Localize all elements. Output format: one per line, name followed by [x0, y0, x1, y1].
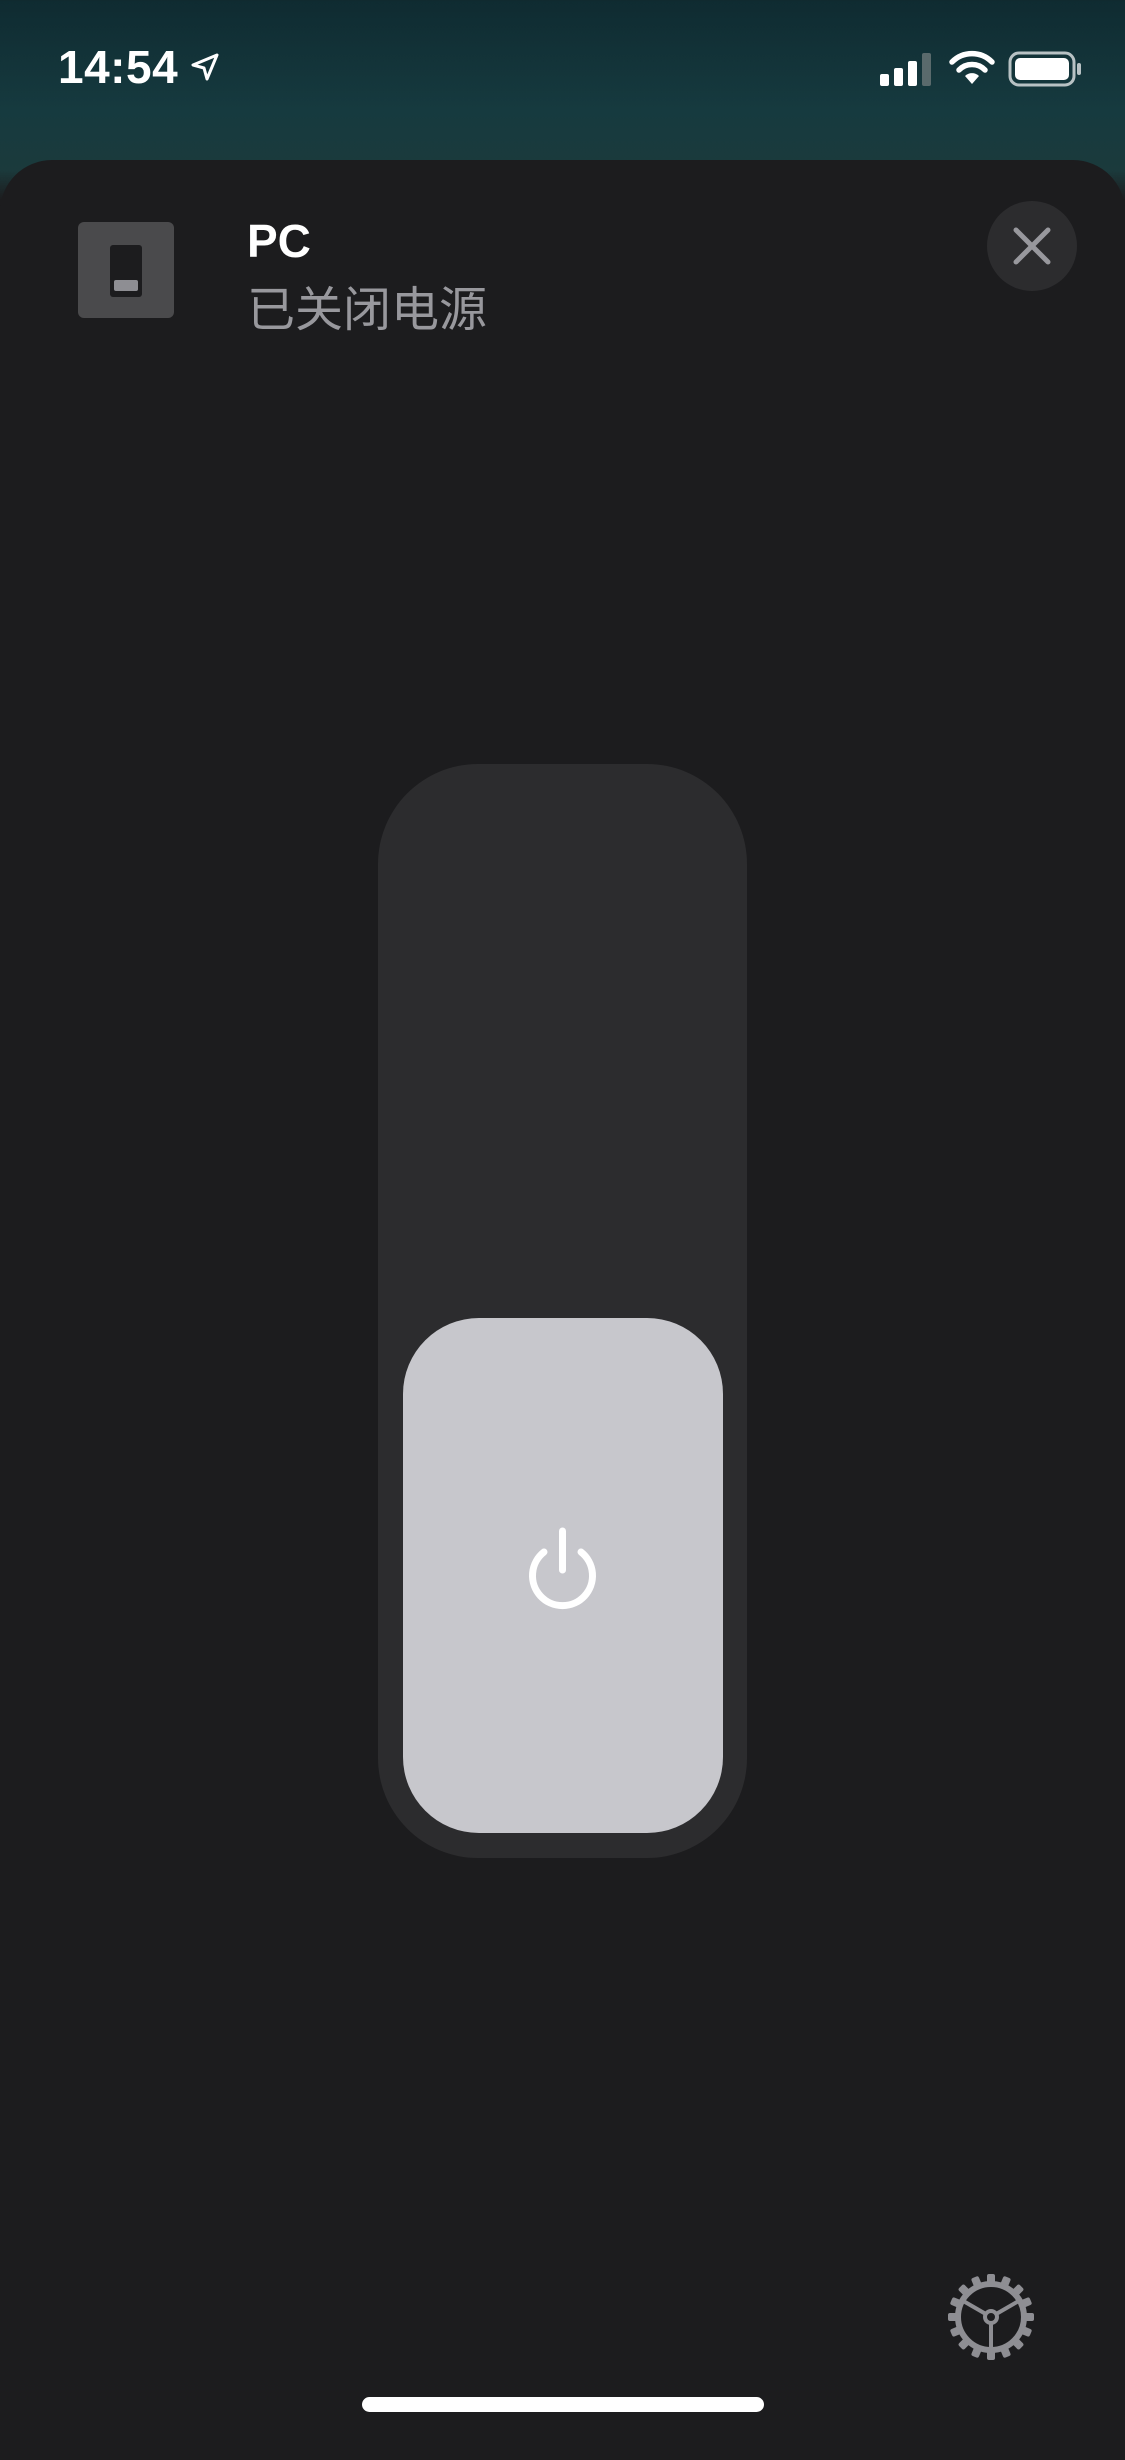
- power-icon: [529, 1527, 596, 1610]
- cellular-signal-icon: [880, 53, 931, 86]
- light-switch-icon: [78, 222, 174, 318]
- switch-toggle: [114, 280, 138, 291]
- status-time: 14:54: [58, 41, 179, 93]
- accessory-name: PC: [247, 215, 311, 267]
- close-icon: [1013, 227, 1051, 265]
- home-indicator[interactable]: [362, 2397, 764, 2412]
- gear-icon[interactable]: [946, 2272, 1036, 2362]
- close-button[interactable]: [987, 201, 1077, 291]
- location-arrow-icon: [191, 53, 219, 81]
- status-bar: 14:54: [0, 0, 1125, 135]
- battery-icon: [1008, 51, 1081, 87]
- accessory-status: 已关闭电源: [247, 282, 488, 338]
- wifi-icon: [949, 50, 995, 84]
